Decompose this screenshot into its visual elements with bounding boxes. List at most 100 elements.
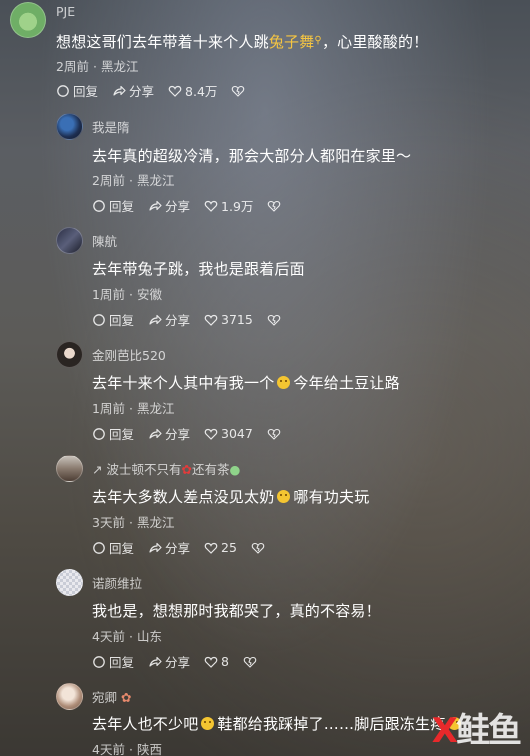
reply-actions: 回复 分享 3715 xyxy=(92,310,295,329)
reply-username-part: 波士顿不只有 xyxy=(106,462,182,477)
reply-location: 黑龙江 xyxy=(136,515,175,530)
avatar[interactable] xyxy=(56,455,83,482)
avatar[interactable] xyxy=(56,113,83,140)
reply-icon xyxy=(93,655,105,668)
like-button[interactable]: 8.4万 xyxy=(168,81,217,100)
reply-meta: 1周前 · 黑龙江 xyxy=(92,401,175,416)
share-button[interactable]: 分享 xyxy=(148,196,190,215)
share-button[interactable]: 分享 xyxy=(148,652,190,671)
like-button[interactable]: 25 xyxy=(204,540,237,555)
reply-username[interactable]: 陳航 xyxy=(92,231,117,250)
avatar[interactable] xyxy=(56,341,83,368)
smile-emoji-icon xyxy=(277,376,291,389)
share-label: 分享 xyxy=(165,313,191,328)
reply-text: 去年十来个人其中有我一个 今年给土豆让路 xyxy=(92,372,400,393)
like-button[interactable]: 1.9万 xyxy=(204,196,253,215)
reply-icon xyxy=(93,199,105,212)
heart-icon xyxy=(204,200,218,212)
share-icon xyxy=(149,542,162,553)
reply-label: 回复 xyxy=(109,541,135,556)
reply-text: 去年带兔子跳，我也是跟着后面 xyxy=(92,260,305,278)
reply-actions: 回复 分享 8 xyxy=(92,652,271,671)
comment-text-part: 想想这哥们去年带着十来个人跳 xyxy=(56,33,269,51)
reply-time: 2周前 xyxy=(92,173,125,188)
comment-time: 2周前 xyxy=(56,59,89,74)
broken-heart-icon xyxy=(268,200,281,212)
share-label: 分享 xyxy=(129,84,155,99)
share-icon xyxy=(149,200,162,211)
search-icon: ⚲ xyxy=(314,35,322,46)
reply-button[interactable]: 回复 xyxy=(92,652,134,671)
reply-text-part: 鞋都给我踩掉了……脚后跟冻生疼 xyxy=(217,715,446,733)
avatar[interactable] xyxy=(56,569,83,596)
avatar[interactable] xyxy=(56,683,83,710)
reply-button[interactable]: 回复 xyxy=(92,424,134,443)
dislike-button[interactable] xyxy=(251,541,265,555)
like-count: 8.4万 xyxy=(185,84,218,99)
broken-heart-icon xyxy=(243,656,257,668)
reply-button[interactable]: 回复 xyxy=(56,81,98,100)
reply-text: 去年真的超级冷清，那会大部分人都阳在家里～ xyxy=(92,147,412,165)
reply-username[interactable]: 宛卿 ✿ xyxy=(92,687,131,706)
broken-heart-icon xyxy=(267,314,281,326)
dislike-button[interactable] xyxy=(267,313,281,327)
reply-label: 回复 xyxy=(109,199,135,214)
hashtag-link[interactable]: 兔子舞 xyxy=(269,33,315,51)
reply-time: 3天前 xyxy=(92,515,125,530)
like-button[interactable]: 3715 xyxy=(204,312,253,327)
share-icon xyxy=(149,656,162,667)
laugh-emoji-icon xyxy=(201,717,215,730)
reply-meta: 4天前 · 陕西 xyxy=(92,742,162,756)
comment-username[interactable]: PJE xyxy=(56,4,75,19)
share-icon xyxy=(149,428,162,439)
share-icon xyxy=(113,85,126,96)
broken-heart-icon xyxy=(232,85,245,97)
dislike-button[interactable] xyxy=(267,199,281,213)
comment-location: 黑龙江 xyxy=(100,59,139,74)
reply-text: 去年大多数人差点没见太奶 哪有功夫玩 xyxy=(92,486,369,507)
reply-meta: 4天前 · 山东 xyxy=(92,629,162,644)
dislike-button[interactable] xyxy=(267,427,281,441)
avatar[interactable] xyxy=(10,2,46,38)
laugh-emoji-icon xyxy=(277,490,291,503)
reply-meta: 2周前 · 黑龙江 xyxy=(92,173,175,188)
comment-meta: 2周前 · 黑龙江 xyxy=(56,59,139,74)
reply-username[interactable]: 金刚芭比520 xyxy=(92,345,166,364)
reply-location: 安徽 xyxy=(136,287,162,302)
reply-button[interactable]: 回复 xyxy=(92,196,134,215)
reply-text-part: 去年十来个人其中有我一个 xyxy=(92,374,275,392)
watermark-x: X xyxy=(431,711,458,751)
avatar[interactable] xyxy=(56,227,83,254)
share-button[interactable]: 分享 xyxy=(148,310,190,329)
like-button[interactable]: 8 xyxy=(204,654,229,669)
reply-username[interactable]: 诺颜维拉 xyxy=(92,573,142,592)
reply-username[interactable]: ↗ 波士顿不只有✿还有茶● xyxy=(92,459,240,478)
dislike-button[interactable] xyxy=(231,84,245,98)
reply-actions: 回复 分享 3047 xyxy=(92,424,295,443)
brand-watermark-logo: X鲑鱼 xyxy=(431,703,522,752)
reply-text-part: 哪有功夫玩 xyxy=(293,488,370,506)
reply-location: 黑龙江 xyxy=(136,173,175,188)
reply-icon xyxy=(93,427,105,440)
like-count: 3047 xyxy=(221,426,253,441)
reply-location: 山东 xyxy=(136,629,162,644)
share-label: 分享 xyxy=(165,655,191,670)
reply-text-part: 去年大多数人差点没见太奶 xyxy=(92,488,275,506)
reply-location: 黑龙江 xyxy=(136,401,175,416)
reply-label: 回复 xyxy=(73,84,99,99)
comment-actions: 回复 分享 8.4万 xyxy=(56,81,259,100)
heart-icon xyxy=(204,656,218,668)
reply-username[interactable]: 我是隋 xyxy=(92,117,130,136)
share-button[interactable]: 分享 xyxy=(148,538,190,557)
dislike-button[interactable] xyxy=(243,655,257,669)
share-button[interactable]: 分享 xyxy=(112,81,154,100)
lobster-emoji-icon: ✿ xyxy=(181,462,192,477)
share-label: 分享 xyxy=(165,427,191,442)
like-count: 25 xyxy=(221,540,237,555)
reply-button[interactable]: 回复 xyxy=(92,538,134,557)
share-button[interactable]: 分享 xyxy=(148,424,190,443)
reply-button[interactable]: 回复 xyxy=(92,310,134,329)
like-button[interactable]: 3047 xyxy=(204,426,253,441)
reply-meta: 3天前 · 黑龙江 xyxy=(92,515,175,530)
reply-meta: 1周前 · 安徽 xyxy=(92,287,162,302)
